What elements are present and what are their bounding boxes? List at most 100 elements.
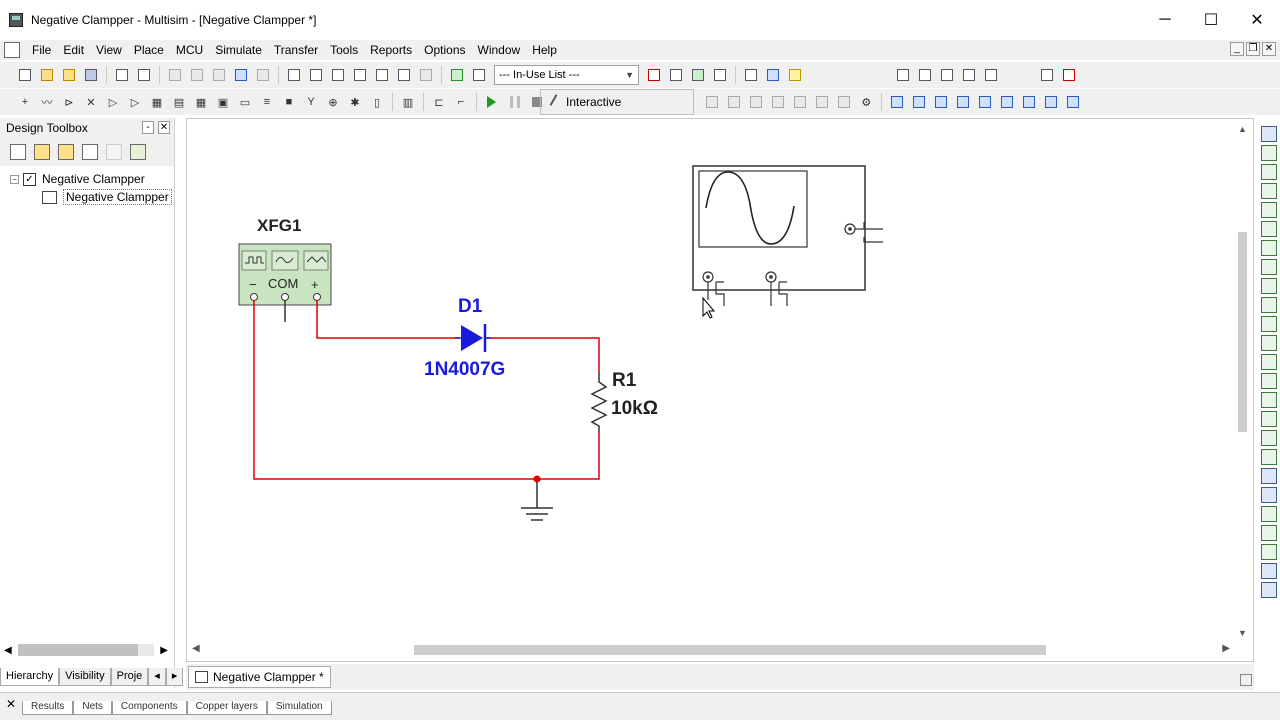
tab-visibility[interactable]: Visibility — [59, 668, 111, 686]
mdi-minimize-button[interactable]: _ — [1230, 42, 1244, 56]
undo-icon[interactable] — [232, 66, 250, 84]
instrument-oscilloscope-icon[interactable] — [954, 93, 972, 111]
tab-scroll-right-icon[interactable]: ▸ — [165, 668, 184, 686]
tab-project[interactable]: Proje — [110, 668, 149, 686]
menu-view[interactable]: View — [90, 40, 128, 60]
tab-nets[interactable]: Nets — [73, 701, 112, 715]
connectors-icon[interactable]: ▯ — [368, 93, 386, 111]
open-folder-icon[interactable] — [38, 66, 56, 84]
zoom-in-icon[interactable] — [894, 66, 912, 84]
postprocessor-icon[interactable] — [373, 66, 391, 84]
print-preview-icon[interactable] — [135, 66, 153, 84]
function-generator-icon[interactable] — [1261, 145, 1277, 161]
component-wizard-icon[interactable] — [470, 66, 488, 84]
rf-icon[interactable]: Y — [302, 93, 320, 111]
vertical-scroll-thumb[interactable] — [1238, 232, 1247, 432]
spreadsheet-view-icon[interactable] — [307, 66, 325, 84]
in-use-list-select[interactable]: --- In-Use List --- ▼ — [494, 65, 639, 85]
four-channel-oscilloscope-icon[interactable] — [1261, 202, 1277, 218]
iv-analyzer-icon[interactable] — [1261, 316, 1277, 332]
instrument-multimeter-icon[interactable] — [888, 93, 906, 111]
pause-simulation-icon[interactable] — [510, 96, 520, 108]
agilent-multimeter-icon[interactable] — [1261, 411, 1277, 427]
erc-icon[interactable] — [645, 66, 663, 84]
probe-differential-icon[interactable] — [769, 93, 787, 111]
open-design-icon[interactable] — [34, 144, 50, 160]
instrument-misc-icon[interactable] — [1261, 544, 1277, 560]
new-design-icon[interactable] — [10, 144, 26, 160]
ni-components-icon[interactable]: ✱ — [346, 93, 364, 111]
scroll-right-icon[interactable]: ▶ — [1222, 643, 1230, 654]
agilent-generator-icon[interactable] — [1261, 392, 1277, 408]
logic-analyzer-icon[interactable] — [1261, 297, 1277, 313]
results-close-button[interactable]: ✕ — [6, 697, 16, 711]
transfer-to-ultiboard-icon[interactable] — [667, 66, 685, 84]
agilent-oscilloscope-icon[interactable] — [1261, 430, 1277, 446]
stop-simulation-icon[interactable] — [532, 97, 542, 107]
ni-elvis-instrument-icon[interactable] — [1261, 487, 1277, 503]
indicator-icon[interactable]: ▭ — [236, 93, 254, 111]
diode-icon[interactable]: ⊳ — [60, 93, 78, 111]
collapse-icon[interactable]: − — [10, 174, 19, 184]
instrument-logic-converter-icon[interactable] — [1042, 93, 1060, 111]
menu-place[interactable]: Place — [128, 40, 170, 60]
power-icon[interactable]: ■ — [280, 93, 298, 111]
probe-settings-icon[interactable] — [835, 93, 853, 111]
align-icon[interactable] — [1038, 66, 1056, 84]
spectrum-analyzer-icon[interactable] — [1261, 354, 1277, 370]
toolbox-scroll-thumb[interactable] — [17, 644, 138, 656]
toolbox-close-button[interactable]: ✕ — [158, 121, 170, 134]
canvas-vertical-scrollbar[interactable]: ▲ ▼ — [1234, 122, 1252, 640]
bus-icon[interactable]: ⊏ — [430, 93, 448, 111]
probe-digital-icon[interactable] — [813, 93, 831, 111]
education-website-icon[interactable] — [764, 66, 782, 84]
schematic-canvas[interactable] — [186, 118, 1254, 662]
maximize-button[interactable]: ☐ — [1188, 0, 1234, 40]
current-probe-icon[interactable] — [1261, 506, 1277, 522]
menu-simulate[interactable]: Simulate — [209, 40, 268, 60]
corner-resize-icon[interactable] — [1240, 674, 1252, 686]
instrument-function-generator-icon[interactable] — [910, 93, 928, 111]
forward-annotate-icon[interactable] — [711, 66, 729, 84]
probe-power-icon[interactable] — [747, 93, 765, 111]
run-simulation-icon[interactable] — [487, 96, 496, 108]
open-sample-icon[interactable] — [60, 66, 78, 84]
measurement-probe-icon[interactable] — [1261, 525, 1277, 541]
horizontal-scroll-thumb[interactable] — [414, 645, 1046, 655]
transistor-icon[interactable]: ✕ — [82, 93, 100, 111]
zoom-area-icon[interactable] — [938, 66, 956, 84]
menu-edit[interactable]: Edit — [57, 40, 90, 60]
oscilloscope-icon[interactable] — [1261, 183, 1277, 199]
advanced-peripherals-icon[interactable]: ▦ — [192, 93, 210, 111]
tab-copper-layers[interactable]: Copper layers — [186, 701, 267, 715]
mixed-icon[interactable]: ▣ — [214, 93, 232, 111]
scroll-right-icon[interactable]: ▶ — [160, 645, 168, 656]
probe-reference-icon[interactable] — [791, 93, 809, 111]
word-generator-icon[interactable] — [1261, 259, 1277, 275]
print-icon[interactable] — [113, 66, 131, 84]
grapher-icon[interactable] — [395, 66, 413, 84]
instrument-extra-icon[interactable] — [1261, 563, 1277, 579]
close-button[interactable]: ✕ — [1234, 0, 1280, 40]
zoom-out-icon[interactable] — [916, 66, 934, 84]
menu-transfer[interactable]: Transfer — [268, 40, 324, 60]
zoom-sheet-icon[interactable] — [960, 66, 978, 84]
find-examples-icon[interactable] — [742, 66, 760, 84]
analog-icon[interactable]: ▷ — [104, 93, 122, 111]
scroll-left-icon[interactable]: ◀ — [4, 645, 12, 656]
tab-results[interactable]: Results — [22, 701, 74, 715]
probe-voltage-icon[interactable] — [703, 93, 721, 111]
multimeter-icon[interactable] — [1261, 126, 1277, 142]
gear-icon[interactable]: ⚙ — [857, 93, 875, 111]
probe-current-icon[interactable] — [725, 93, 743, 111]
help-icon[interactable] — [786, 66, 804, 84]
scroll-up-icon[interactable]: ▲ — [1238, 124, 1247, 134]
toolbox-horizontal-scrollbar[interactable]: ◀ ▶ — [4, 642, 168, 658]
toolbox-toggle-icon[interactable] — [329, 66, 347, 84]
canvas-horizontal-scrollbar[interactable]: ◀ ▶ — [190, 642, 1236, 658]
database-manager-icon[interactable] — [351, 66, 369, 84]
close-design-icon[interactable] — [82, 144, 98, 160]
logic-converter-icon[interactable] — [1261, 278, 1277, 294]
mdi-restore-button[interactable]: ❐ — [1246, 42, 1260, 56]
instrument-word-generator-icon[interactable] — [998, 93, 1016, 111]
